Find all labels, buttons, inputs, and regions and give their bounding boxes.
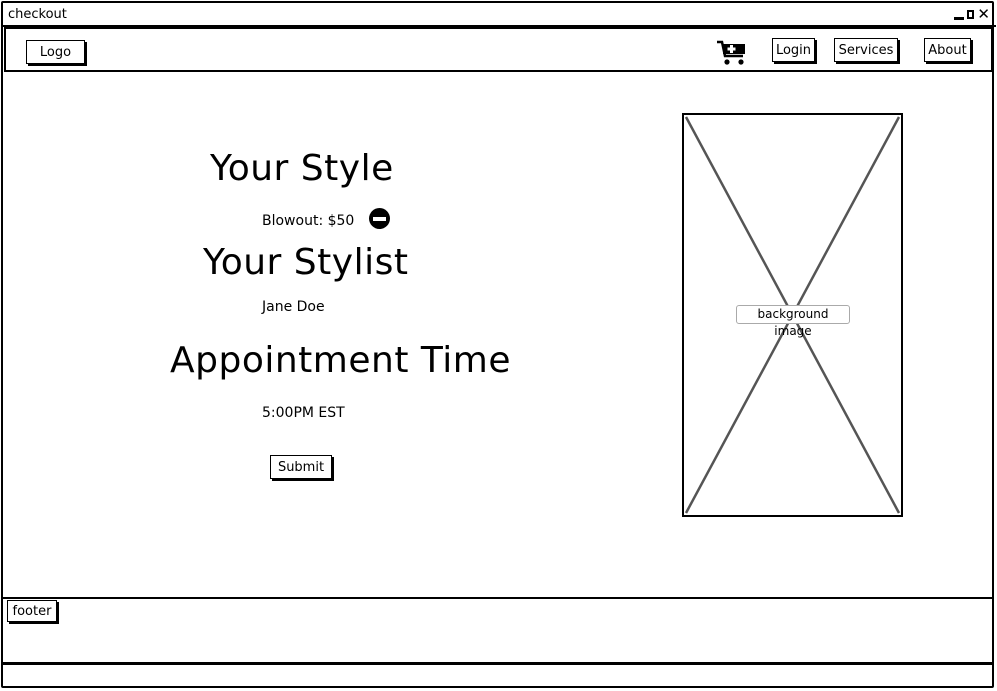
footer-label: footer (7, 600, 57, 622)
footer: footer (1, 597, 994, 665)
title-bar: checkout ✕ (3, 3, 996, 27)
stylist-name: Jane Doe (262, 299, 325, 315)
cart-add-icon[interactable] (716, 39, 750, 67)
services-button[interactable]: Services (834, 38, 898, 62)
minimize-icon[interactable] (954, 16, 965, 20)
close-icon[interactable]: ✕ (977, 6, 990, 22)
style-item: Blowout: $50 (262, 213, 355, 229)
image-label: background image (736, 305, 850, 338)
window-title: checkout (8, 7, 67, 22)
login-button[interactable]: Login (772, 38, 815, 62)
maximize-icon[interactable] (967, 9, 975, 19)
about-button[interactable]: About (924, 38, 971, 62)
your-stylist-heading: Your Stylist (203, 242, 409, 283)
submit-button[interactable]: Submit (270, 455, 332, 479)
your-style-heading: Your Style (210, 148, 394, 189)
window-controls: ✕ (954, 6, 990, 22)
appointment-time: 5:00PM EST (262, 405, 345, 421)
remove-icon[interactable] (369, 208, 390, 229)
logo-button[interactable]: Logo (26, 40, 85, 64)
background-image-placeholder: background image (682, 113, 903, 517)
nav-bar: Logo Login Services About (4, 27, 993, 72)
appointment-time-heading: Appointment Time (170, 340, 511, 381)
